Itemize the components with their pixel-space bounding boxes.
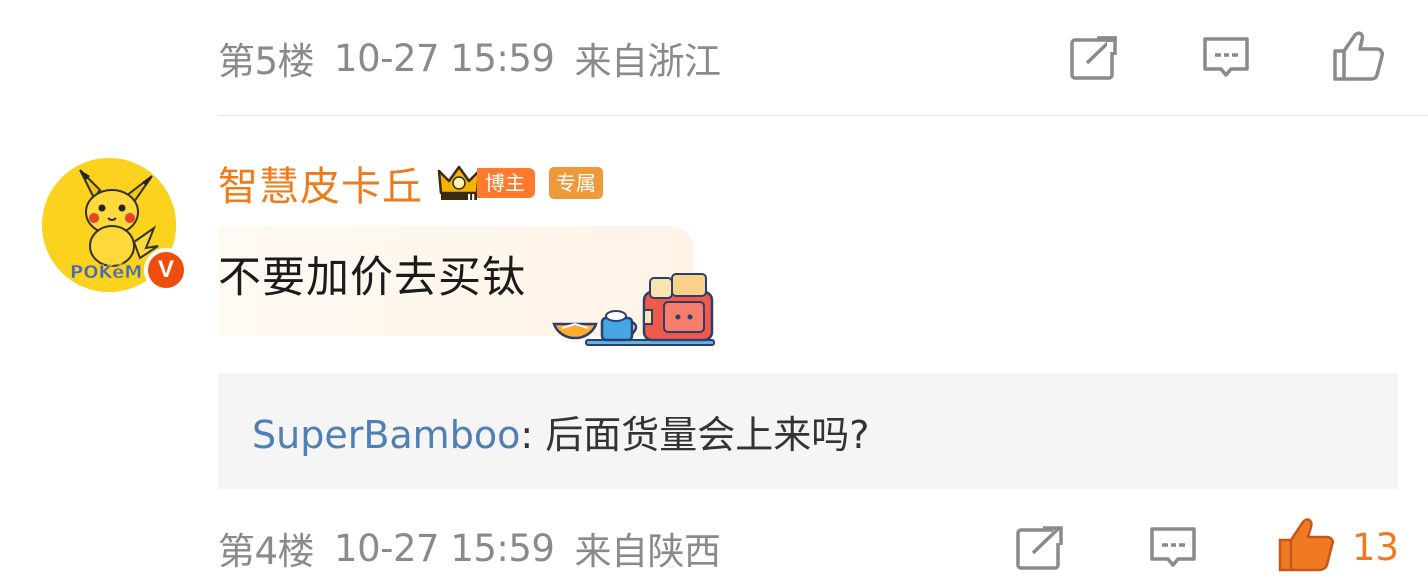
- share-icon: [1070, 36, 1117, 80]
- comment-icon: [1150, 527, 1196, 567]
- share-button[interactable]: [1010, 518, 1070, 578]
- reply-text: 后面货量会上来吗?: [533, 412, 870, 457]
- comment-time: 10-27 15:59: [334, 526, 555, 570]
- reply-preview[interactable]: SuperBamboo: 后面货量会上来吗?: [218, 373, 1398, 489]
- like-icon: [1333, 31, 1384, 81]
- crown-icon: II: [437, 165, 481, 203]
- comment-button[interactable]: [1196, 28, 1256, 88]
- comment-header: 智慧皮卡丘 II 博主 专属: [218, 155, 603, 211]
- verified-mark: V: [157, 256, 174, 283]
- comment-button[interactable]: [1143, 518, 1203, 578]
- floor-number: 第4楼: [218, 530, 315, 573]
- comment-icon: [1203, 37, 1249, 77]
- blogger-badge-label: 博主: [477, 168, 535, 198]
- like-filled-icon: [1278, 518, 1335, 572]
- share-button[interactable]: [1064, 28, 1124, 88]
- verified-badge: V: [144, 248, 188, 292]
- username[interactable]: 智慧皮卡丘: [218, 154, 423, 212]
- exclusive-badge[interactable]: 专属: [549, 167, 603, 199]
- avatar[interactable]: POKéM V: [42, 158, 188, 292]
- share-icon: [1016, 525, 1065, 570]
- reply-separator: :: [520, 412, 534, 457]
- floor5-meta: 第5楼 10-27 15:59 来自浙江: [218, 28, 721, 88]
- like-button-active[interactable]: [1276, 515, 1336, 575]
- like-count: 13: [1352, 526, 1400, 569]
- reply-username[interactable]: SuperBamboo: [252, 413, 520, 457]
- breakfast-decoration-icon: [552, 273, 715, 346]
- comment-text: 不要加价去买钛: [218, 253, 526, 303]
- comment-location: 来自浙江: [574, 40, 721, 83]
- divider: [218, 115, 1428, 116]
- svg-text:POKéM: POKéM: [70, 262, 142, 283]
- like-button[interactable]: [1328, 26, 1388, 86]
- svg-text:II: II: [467, 192, 475, 203]
- floor4-meta: 第4楼 10-27 15:59 来自陕西: [218, 518, 721, 578]
- blogger-badge[interactable]: II 博主: [437, 163, 535, 203]
- reply-line: SuperBamboo: 后面货量会上来吗?: [252, 404, 869, 459]
- comment-time: 10-27 15:59: [334, 36, 555, 80]
- floor-number: 第5楼: [218, 40, 315, 83]
- comment-location: 来自陕西: [574, 530, 721, 573]
